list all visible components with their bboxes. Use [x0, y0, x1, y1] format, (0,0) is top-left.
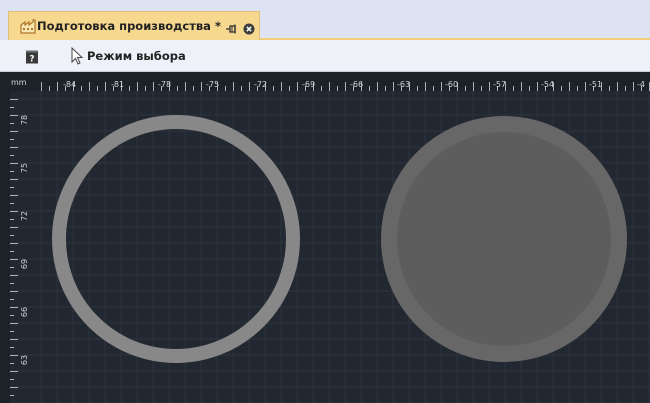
pin-icon[interactable]	[225, 20, 239, 34]
vertical-ruler	[0, 72, 10, 403]
tab-title: Подготовка производства *	[37, 19, 221, 33]
toolbar: ? Режим выбора	[0, 40, 650, 72]
x-label: -4	[637, 80, 645, 89]
x-label: -54	[541, 80, 554, 89]
design-canvas[interactable]: mm -84 -81 -78 -75 -72 -69 -66 -63 -60 -…	[0, 72, 650, 403]
x-label: -75	[206, 80, 219, 89]
y-label: 72	[20, 211, 29, 221]
x-label: -66	[350, 80, 363, 89]
selection-mode-button[interactable]: Режим выбора	[66, 46, 186, 66]
y-label: 66	[20, 307, 29, 317]
cursor-arrow-icon	[68, 46, 84, 65]
y-label: 78	[20, 115, 29, 125]
ruler-unit-label: mm	[11, 78, 27, 87]
x-label: -84	[63, 80, 76, 89]
x-label: -81	[111, 80, 124, 89]
factory-icon	[20, 19, 36, 34]
x-label: -63	[397, 80, 410, 89]
y-label: 63	[20, 355, 29, 365]
selection-mode-label: Режим выбора	[87, 49, 186, 63]
disk-inner-face	[397, 132, 611, 346]
x-label: -57	[493, 80, 506, 89]
y-label: 75	[20, 163, 29, 173]
document-tab[interactable]: Подготовка производства *	[8, 11, 260, 40]
x-label: -51	[589, 80, 602, 89]
x-label: -69	[302, 80, 315, 89]
x-label: -72	[254, 80, 267, 89]
document-tab-bar: Подготовка производства *	[0, 0, 650, 40]
y-label: 69	[20, 259, 29, 269]
svg-text:?: ?	[30, 55, 35, 65]
x-label: -78	[158, 80, 171, 89]
help-icon[interactable]: ?	[25, 49, 39, 65]
close-circle-icon[interactable]	[243, 20, 255, 35]
x-label: -60	[445, 80, 458, 89]
